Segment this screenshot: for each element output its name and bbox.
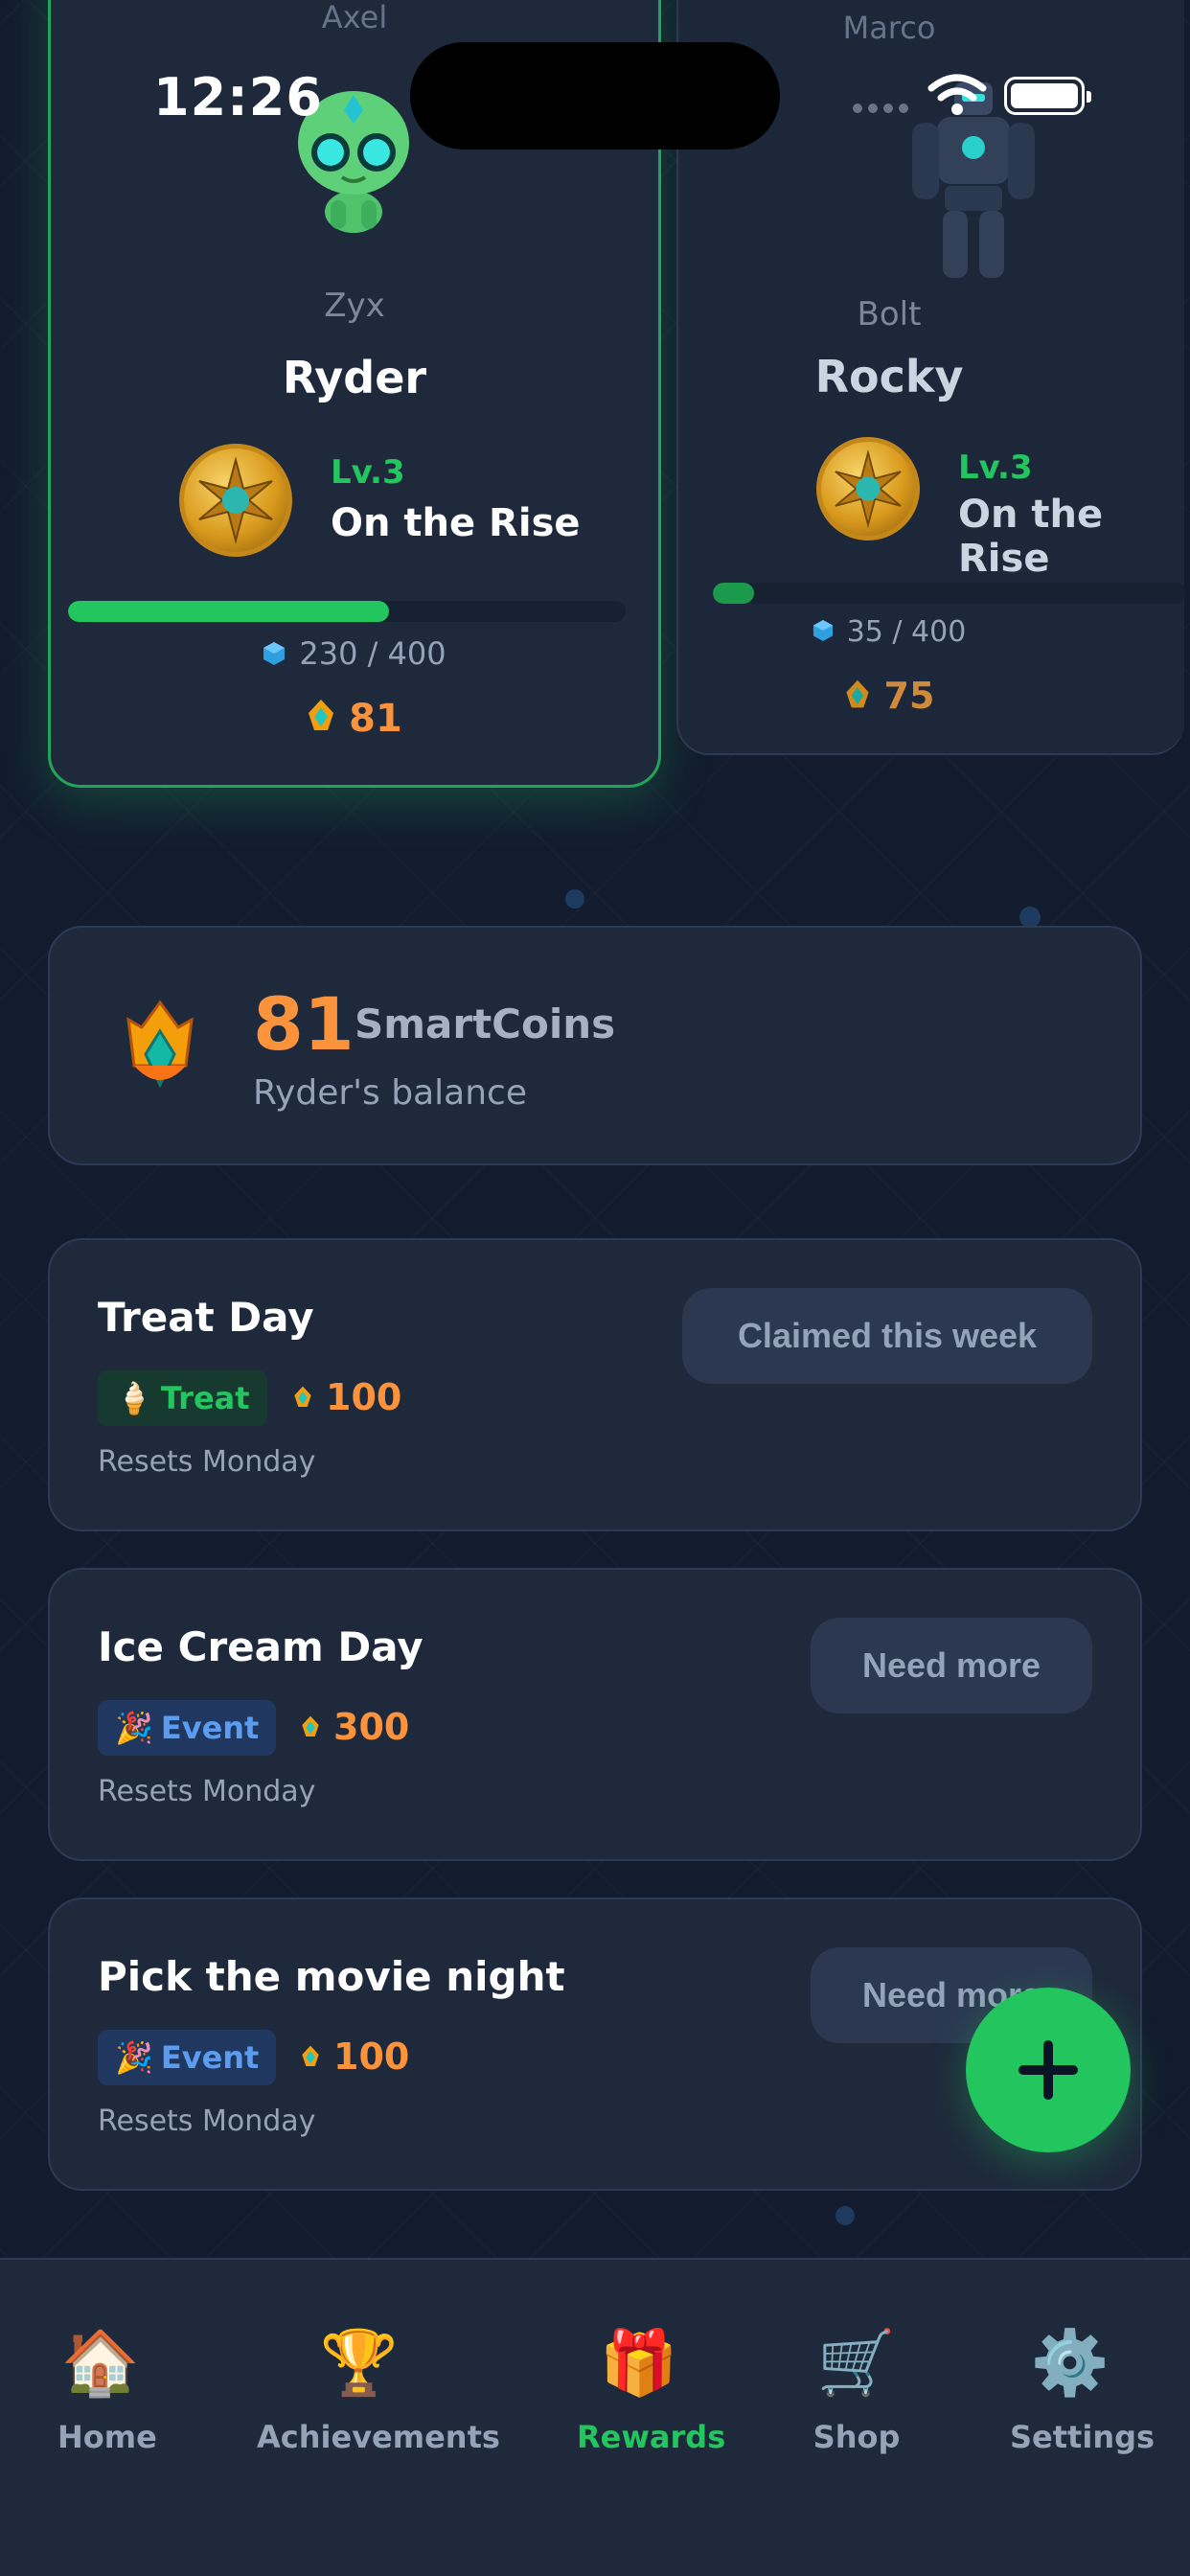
nav-label: Rewards <box>577 2419 726 2455</box>
house-icon: 🏠 <box>60 2326 141 2400</box>
balance-amount: 81 <box>253 981 355 1067</box>
xp-gem-icon <box>812 616 834 650</box>
reward-resets: Resets Monday <box>98 1775 316 1808</box>
status-time: 12:26 <box>153 67 323 127</box>
trophy-icon: 🏆 <box>319 2326 400 2400</box>
xp-gem-icon <box>263 637 286 674</box>
add-reward-button[interactable] <box>966 1988 1131 2152</box>
reward-tag-label: Event <box>160 1710 260 1746</box>
reward-resets: Resets Monday <box>98 1445 316 1479</box>
kid-coins: 75 <box>678 675 1100 720</box>
reward-cost-value: 300 <box>333 1706 410 1748</box>
party-popper-icon: 🎉 <box>115 1710 153 1746</box>
kid-name: Ryder <box>282 352 427 403</box>
nav-settings[interactable]: ⚙️ Settings <box>1010 2326 1156 2456</box>
smartcoin-icon <box>301 1706 320 1748</box>
cellular-signal-icon <box>853 104 908 113</box>
nav-label: Home <box>57 2419 157 2455</box>
kid-rank: On the Rise <box>958 493 1104 581</box>
dynamic-island <box>410 42 780 150</box>
nav-label: Settings <box>1010 2419 1156 2455</box>
nav-rewards[interactable]: 🎁 Rewards <box>577 2326 726 2456</box>
kid-avatar-name: Bolt <box>857 295 922 334</box>
kid-top-name: Axel <box>321 0 388 35</box>
reward-card[interactable]: Treat Day 🍦 Treat 100 Resets Monday Clai… <box>48 1238 1142 1531</box>
reward-title: Pick the movie night <box>98 1953 565 2000</box>
plus-icon <box>1018 2040 1078 2100</box>
shopping-cart-icon: 🛒 <box>816 2326 897 2400</box>
xp-progress-fill <box>713 583 755 604</box>
reward-cost: 100 <box>293 1376 401 1418</box>
decor-dot <box>1019 907 1041 928</box>
kid-top-name: Marco <box>842 10 936 46</box>
kid-coin-value: 81 <box>349 697 402 741</box>
reward-cost: 300 <box>301 1706 409 1748</box>
kid-level: Lv.3 <box>958 448 1033 487</box>
gift-icon: 🎁 <box>599 2326 679 2400</box>
decor-dot <box>565 889 584 908</box>
nav-label: Achievements <box>257 2419 500 2455</box>
xp-text: 230 / 400 <box>51 635 658 674</box>
xp-value: 230 / 400 <box>299 635 446 672</box>
reward-cost: 100 <box>301 2036 409 2078</box>
battery-icon <box>1004 77 1091 115</box>
need-more-button[interactable]: Need more <box>811 1618 1092 1714</box>
reward-cost-value: 100 <box>326 1376 402 1418</box>
smartcoin-icon <box>844 678 871 720</box>
reward-tag-label: Event <box>160 2039 260 2076</box>
reward-tag: 🍦 Treat <box>98 1370 267 1426</box>
xp-progress-bar <box>68 601 626 622</box>
reward-resets: Resets Monday <box>98 2104 316 2138</box>
level-medal-icon <box>816 437 920 540</box>
balance-card: 81 SmartCoins Ryder's balance <box>48 926 1142 1165</box>
nav-achievements[interactable]: 🏆 Achievements <box>257 2326 500 2456</box>
bottom-nav: 🏠 Home 🏆 Achievements 🎁 Rewards 🛒 Shop ⚙… <box>0 2258 1190 2576</box>
level-medal-icon <box>179 444 292 557</box>
reward-tag: 🎉 Event <box>98 1700 277 1756</box>
nav-label: Shop <box>812 2419 901 2455</box>
reward-tag: 🎉 Event <box>98 2030 277 2085</box>
ice-cream-icon: 🍦 <box>115 1380 153 1416</box>
nav-shop[interactable]: 🛒 Shop <box>812 2326 901 2456</box>
reward-title: Treat Day <box>98 1294 314 1341</box>
xp-text: 35 / 400 <box>678 615 1100 650</box>
kid-name: Rocky <box>814 351 964 402</box>
smartcoin-icon <box>307 698 335 744</box>
reward-card[interactable]: Ice Cream Day 🎉 Event 300 Resets Monday … <box>48 1568 1142 1861</box>
gear-icon: ⚙️ <box>1030 2326 1110 2400</box>
kid-level: Lv.3 <box>331 453 405 492</box>
xp-progress-bar <box>713 583 1186 604</box>
balance-unit: SmartCoins <box>355 1000 616 1047</box>
reward-cost-value: 100 <box>333 2036 410 2078</box>
balance-caption: Ryder's balance <box>253 1073 527 1113</box>
smartcoin-crown-icon <box>123 999 197 1098</box>
xp-progress-fill <box>68 601 389 622</box>
wifi-icon <box>927 73 987 121</box>
kid-rank: On the Rise <box>331 501 581 545</box>
reward-title: Ice Cream Day <box>98 1623 423 1670</box>
kid-avatar-name: Zyx <box>324 287 385 325</box>
smartcoin-icon <box>301 2036 320 2078</box>
kid-coins: 81 <box>51 697 658 744</box>
kid-coin-value: 75 <box>883 675 935 717</box>
decor-dot <box>835 2206 855 2225</box>
xp-value: 35 / 400 <box>846 615 967 649</box>
claimed-button[interactable]: Claimed this week <box>682 1288 1092 1384</box>
reward-tag-label: Treat <box>160 1380 250 1416</box>
smartcoin-icon <box>293 1376 312 1418</box>
party-popper-icon: 🎉 <box>115 2039 153 2076</box>
nav-home[interactable]: 🏠 Home <box>57 2326 157 2456</box>
